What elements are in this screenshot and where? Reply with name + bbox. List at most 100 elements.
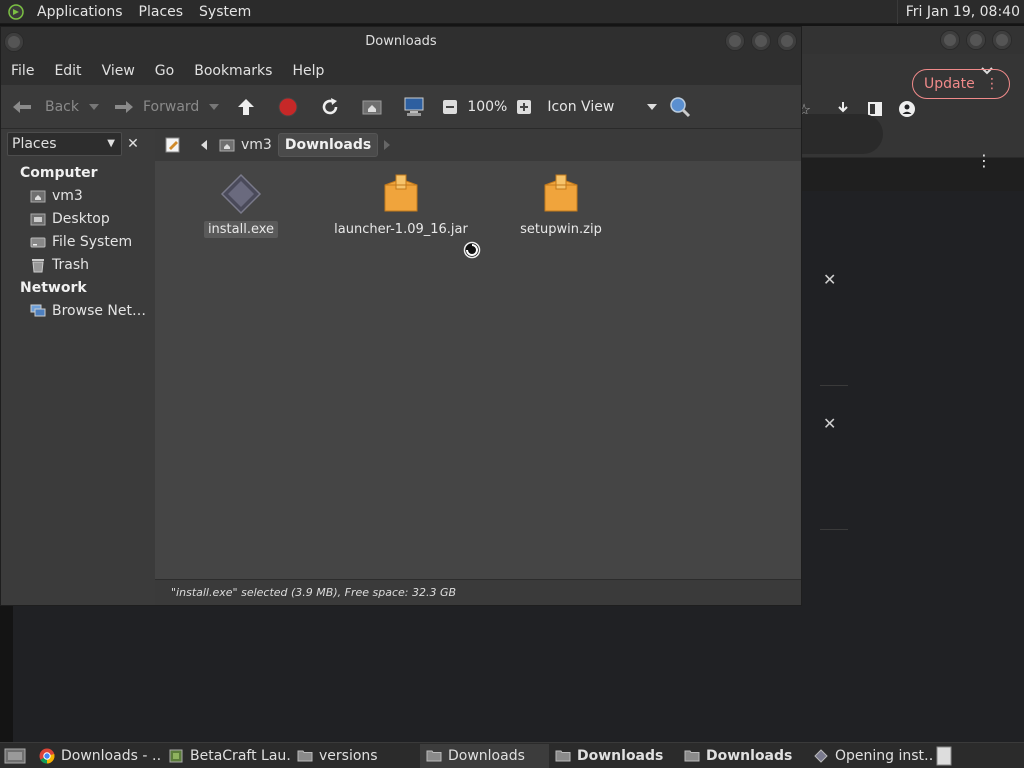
close-button[interactable] (992, 30, 1012, 50)
sidebar-item-trash[interactable]: Trash (29, 257, 89, 273)
archive-icon (544, 174, 578, 212)
close-button[interactable] (777, 31, 797, 51)
taskbar-item-label: versions (319, 747, 378, 764)
dismiss-item-icon[interactable]: ✕ (823, 270, 836, 289)
zoom-in-button[interactable] (513, 92, 535, 122)
path-segment-downloads[interactable]: Downloads (277, 133, 379, 157)
menu-go[interactable]: Go (145, 63, 184, 79)
toggle-location-entry-button[interactable] (159, 133, 187, 157)
places-menu[interactable]: Places (131, 0, 192, 24)
forward-label: Forward (143, 98, 200, 115)
file-manager-window: Downloads File Edit View Go Bookmarks He… (0, 26, 802, 606)
menu-view[interactable]: View (92, 63, 145, 79)
taskbar-item-betacraft[interactable]: BetaCraft Lau… (162, 744, 291, 768)
taskbar-item-downloads[interactable]: Downloads (678, 744, 807, 768)
reload-icon (319, 96, 341, 118)
file-view[interactable]: install.exe launcher-1.09_16.jar setupwi… (155, 161, 801, 579)
taskbar-item-opening-install[interactable]: Opening inst… (807, 744, 933, 768)
file-item-launcher-jar[interactable]: launcher-1.09_16.jar (334, 173, 468, 238)
executable-icon (813, 748, 829, 763)
path-scroll-left-button[interactable] (195, 133, 213, 157)
dropdown-arrow-icon (209, 103, 220, 110)
file-name: launcher-1.09_16.jar (334, 222, 468, 237)
mate-logo-icon[interactable] (7, 3, 25, 21)
drive-icon (29, 235, 46, 250)
path-scroll-right-button[interactable] (378, 133, 396, 157)
trash-icon (936, 746, 952, 765)
system-menu[interactable]: System (191, 0, 259, 24)
computer-button[interactable] (403, 92, 425, 122)
close-sidebar-button[interactable]: ✕ (122, 132, 144, 156)
taskbar-item-chrome[interactable]: Downloads - … (33, 744, 162, 768)
path-segment-label: Downloads (284, 137, 372, 153)
maximize-button[interactable] (966, 30, 986, 50)
stop-icon (277, 96, 299, 118)
show-desktop-icon (4, 748, 26, 763)
taskbar-item-downloads[interactable]: Downloads (549, 744, 678, 768)
chrome-icon (39, 748, 55, 764)
network-icon (29, 304, 46, 319)
file-item-setupwin-zip[interactable]: setupwin.zip (496, 173, 626, 238)
sidebar-item-label: File System (52, 234, 133, 250)
zoom-out-button[interactable] (439, 92, 461, 122)
clock[interactable]: Fri Jan 19, 08:40 (896, 0, 1020, 24)
trash-icon (29, 258, 46, 273)
minimize-button[interactable] (940, 30, 960, 50)
forward-history-dropdown[interactable] (209, 92, 220, 122)
trash-applet[interactable] (933, 744, 955, 768)
divider (820, 385, 848, 386)
menu-file[interactable]: File (1, 63, 44, 79)
taskbar-item-versions[interactable]: versions (291, 744, 420, 768)
profile-icon[interactable] (898, 100, 916, 118)
sidebar-item-vm3[interactable]: vm3 (29, 188, 83, 204)
dropdown-arrow-icon: ▼ (107, 138, 115, 149)
folder-icon (297, 749, 313, 763)
more-menu-icon[interactable]: ⋮ (976, 150, 992, 170)
computer-icon (403, 96, 425, 118)
menu-edit[interactable]: Edit (44, 63, 91, 79)
back-history-dropdown[interactable] (89, 92, 99, 122)
menu-bookmarks[interactable]: Bookmarks (184, 63, 282, 79)
view-mode-select[interactable]: Icon View (547, 92, 658, 122)
file-name: setupwin.zip (520, 222, 602, 237)
search-button[interactable] (669, 92, 691, 122)
up-button[interactable] (235, 92, 257, 122)
zoom-level[interactable]: 100% (467, 92, 507, 122)
applications-menu[interactable]: Applications (29, 0, 131, 24)
sidebar: Places ▼ ✕ Computer vm3 Desktop File Sys… (5, 131, 150, 605)
view-mode-label: Icon View (547, 98, 615, 115)
update-button[interactable]: Update ⋮ (912, 69, 1010, 99)
minimize-button[interactable] (725, 31, 745, 51)
window-buttons (725, 31, 797, 51)
window-titlebar[interactable]: Downloads (1, 27, 801, 57)
sidebar-item-label: Browse Net… (52, 303, 147, 319)
stop-button[interactable] (277, 92, 299, 122)
file-item-install-exe[interactable]: install.exe (176, 173, 306, 238)
menu-help[interactable]: Help (282, 63, 334, 79)
sidebar-header: Places ▼ ✕ (7, 131, 147, 157)
zoom-out-icon (439, 96, 461, 118)
back-button[interactable]: Back (11, 92, 79, 122)
sidebar-selector[interactable]: Places ▼ (7, 132, 122, 156)
home-button[interactable] (361, 92, 383, 122)
taskbar-item-downloads-active[interactable]: Downloads (420, 743, 549, 768)
show-desktop-button[interactable] (0, 744, 33, 768)
executable-icon (220, 173, 262, 215)
edit-location-icon (165, 137, 180, 153)
window-title: Downloads (365, 34, 437, 49)
maximize-button[interactable] (751, 31, 771, 51)
sidebar-section-network: Network (20, 280, 87, 296)
sidebar-item-browse-network[interactable]: Browse Net… (29, 303, 146, 319)
reload-button[interactable] (319, 92, 341, 122)
path-segment-vm3[interactable]: vm3 (213, 133, 278, 157)
sidebar-item-file-system[interactable]: File System (29, 234, 132, 250)
zoom-in-icon (513, 96, 535, 118)
desktop-folder-icon (29, 212, 46, 227)
forward-button[interactable]: Forward (113, 92, 199, 122)
up-arrow-icon (235, 96, 257, 118)
dismiss-item-icon[interactable]: ✕ (823, 414, 836, 433)
taskbar: Downloads - … BetaCraft Lau… versions Do… (0, 742, 1024, 768)
taskbar-item-label: Downloads (706, 747, 793, 764)
window-menu-button[interactable] (4, 32, 24, 52)
sidebar-item-desktop[interactable]: Desktop (29, 211, 110, 227)
